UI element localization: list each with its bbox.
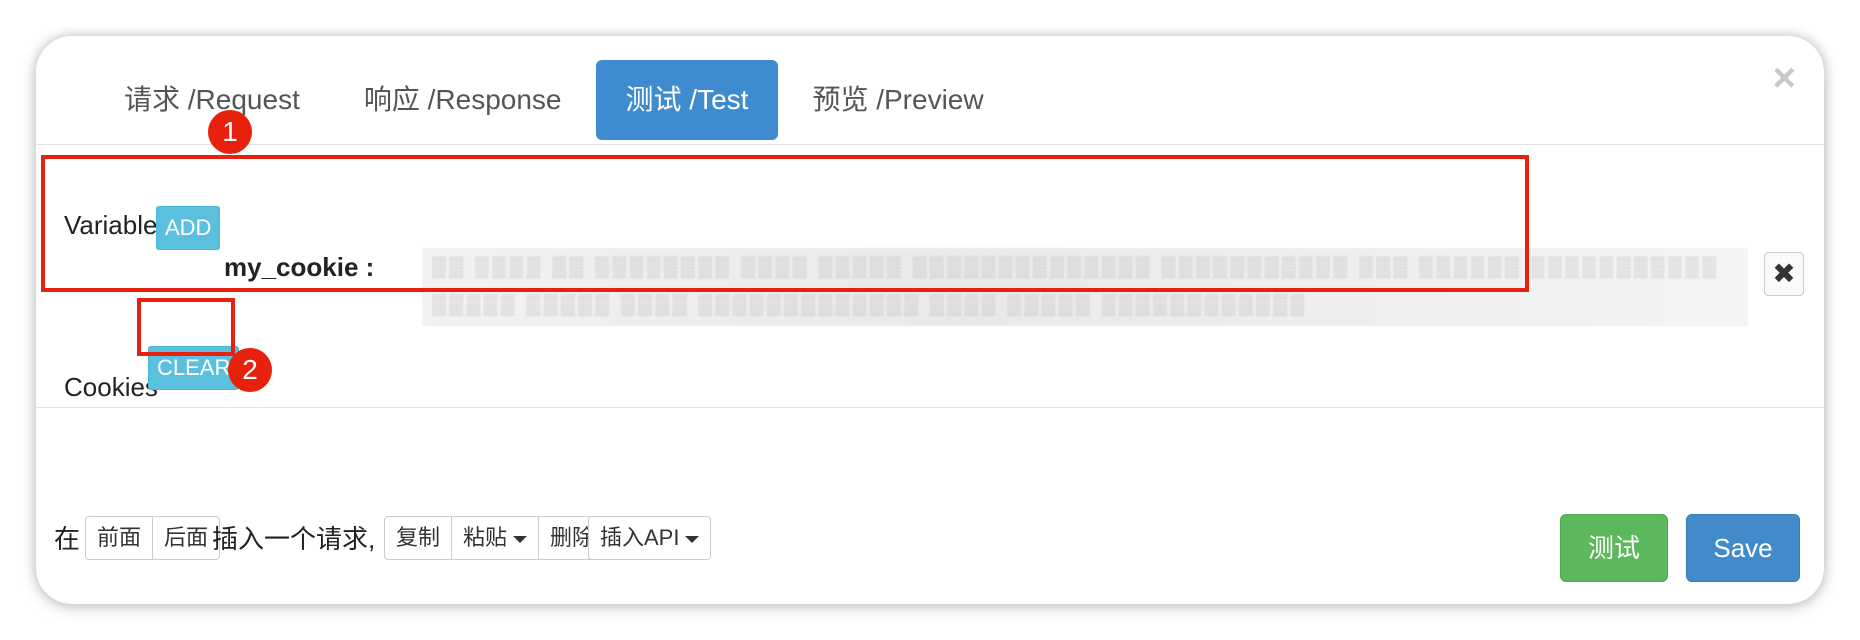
cookies-label: Cookies <box>64 372 158 402</box>
save-button[interactable]: Save <box>1686 514 1800 582</box>
edit-button-group: 复制 粘贴 删除 <box>384 516 607 560</box>
tab-response[interactable]: 响应 /Response <box>334 60 592 140</box>
insert-api-dropdown-button[interactable]: 插入API <box>588 516 712 560</box>
insert-request-text: 插入一个请求, <box>212 524 376 554</box>
run-test-button[interactable]: 测试 <box>1560 514 1668 582</box>
test-dialog: × 请求 /Request 响应 /Response 测试 /Test 预览 /… <box>36 36 1824 604</box>
annotation-marker-1: 1 <box>208 110 252 154</box>
footer-divider <box>36 407 1824 408</box>
position-button-group: 前面 后面 <box>85 516 221 560</box>
insert-api-group: 插入API <box>588 516 712 560</box>
annotation-box-variables <box>41 155 1529 292</box>
tab-test[interactable]: 测试 /Test <box>595 60 779 140</box>
remove-variable-icon[interactable]: ✖ <box>1764 252 1804 296</box>
paste-label: 粘贴 <box>463 525 508 550</box>
tab-preview[interactable]: 预览 /Preview <box>782 60 1013 140</box>
caret-down-icon <box>513 535 528 543</box>
tabs-divider <box>36 144 1824 145</box>
annotation-marker-2: 2 <box>228 348 272 392</box>
paste-dropdown-button[interactable]: 粘贴 <box>451 516 540 560</box>
insert-api-label: 插入API <box>600 525 680 550</box>
annotation-box-clear <box>137 298 235 356</box>
insert-before-button[interactable]: 前面 <box>85 516 154 560</box>
footer-prefix: 在 <box>54 524 81 554</box>
copy-button[interactable]: 复制 <box>384 516 453 560</box>
close-icon[interactable]: × <box>1773 58 1796 98</box>
insert-after-button[interactable]: 后面 <box>152 516 221 560</box>
caret-down-icon <box>685 535 700 543</box>
